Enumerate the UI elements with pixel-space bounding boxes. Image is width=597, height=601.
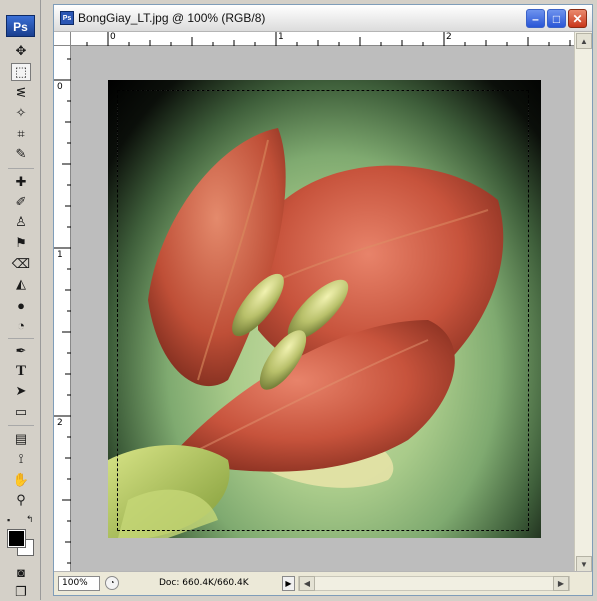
default-colors-icon[interactable]: ▪ xyxy=(7,515,10,525)
path-selection-tool-icon[interactable]: ➤ xyxy=(11,382,31,400)
screen-mode-icon[interactable]: ❐ xyxy=(11,583,31,601)
close-icon: ✕ xyxy=(572,11,583,26)
blur-tool-icon[interactable]: ● xyxy=(11,296,31,314)
tools-palette: Ps ✥ ⬚ ᓬ ✧ ⌗ ✎ ✚ ✐ ♙ ⚑ ⌫ ◭ ● ◔ ✒ T ➤ ▭ ▤… xyxy=(0,0,41,600)
tool-separator xyxy=(8,425,34,426)
status-info-icon[interactable]: ◔ xyxy=(105,576,119,590)
vertical-scrollbar[interactable]: ▲ ▼ xyxy=(574,32,592,573)
foreground-color-swatch[interactable] xyxy=(7,529,26,548)
rectangular-marquee-tool-icon[interactable]: ⬚ xyxy=(11,63,31,81)
history-brush-tool-icon[interactable]: ⚑ xyxy=(11,234,31,252)
selection-marquee[interactable] xyxy=(117,90,529,531)
zoom-level-field[interactable]: 100% xyxy=(58,576,100,591)
ruler-label: 1 xyxy=(57,250,63,260)
document-size-info: Doc: 660.4K/660.4K xyxy=(159,578,249,588)
document-title: BongGiay_LT.jpg @ 100% (RGB/8) xyxy=(78,11,266,25)
tool-separator xyxy=(8,168,34,169)
pen-tool-icon[interactable]: ✒ xyxy=(11,342,31,360)
dodge-tool-icon[interactable]: ◔ xyxy=(11,316,31,334)
ruler-label: 0 xyxy=(110,32,116,42)
ruler-label: 0 xyxy=(57,82,63,92)
slice-tool-icon[interactable]: ✎ xyxy=(11,145,31,163)
tool-separator xyxy=(8,338,34,339)
ps-document-icon: Ps xyxy=(60,11,74,25)
swap-colors-icon[interactable]: ↰ xyxy=(26,514,34,525)
crop-tool-icon[interactable]: ⌗ xyxy=(11,125,31,143)
close-button[interactable]: ✕ xyxy=(568,9,587,28)
scroll-up-icon[interactable]: ▲ xyxy=(576,33,592,49)
maximize-button[interactable]: □ xyxy=(547,9,566,28)
lasso-tool-icon[interactable]: ᓬ xyxy=(11,84,31,102)
magic-wand-tool-icon[interactable]: ✧ xyxy=(11,104,31,122)
eraser-tool-icon[interactable]: ⌫ xyxy=(11,255,31,273)
type-tool-icon[interactable]: T xyxy=(11,362,31,380)
rectangle-tool-icon[interactable]: ▭ xyxy=(11,403,31,421)
notes-tool-icon[interactable]: ▤ xyxy=(11,430,31,448)
maximize-icon: □ xyxy=(552,11,561,26)
paint-bucket-tool-icon[interactable]: ◭ xyxy=(11,275,31,293)
status-bar: 100% ◔ Doc: 660.4K/660.4K ▶ ◀ ▶ xyxy=(54,571,592,595)
quick-mask-mode-icon[interactable]: ◙ xyxy=(11,563,31,581)
healing-brush-tool-icon[interactable]: ✚ xyxy=(11,173,31,191)
photoshop-logo[interactable]: Ps xyxy=(6,15,35,37)
ruler-label: 2 xyxy=(446,32,452,42)
scroll-left-icon[interactable]: ◀ xyxy=(299,576,315,591)
ruler-label: 2 xyxy=(57,418,63,428)
scroll-right-icon[interactable]: ▶ xyxy=(553,576,569,591)
brush-tool-icon[interactable]: ✐ xyxy=(11,193,31,211)
scroll-down-icon[interactable]: ▼ xyxy=(576,556,592,572)
ruler-ticks xyxy=(54,58,71,564)
document-titlebar[interactable]: Ps BongGiay_LT.jpg @ 100% (RGB/8) – □ ✕ xyxy=(54,5,592,32)
document-window: Ps BongGiay_LT.jpg @ 100% (RGB/8) – □ ✕ … xyxy=(53,4,593,596)
minimize-icon: – xyxy=(532,11,539,26)
canvas-area[interactable] xyxy=(71,46,574,573)
minimize-button[interactable]: – xyxy=(526,9,545,28)
ruler-label: 1 xyxy=(278,32,284,42)
eyedropper-tool-icon[interactable]: ⟟ xyxy=(11,450,31,468)
zoom-tool-icon[interactable]: ⚲ xyxy=(11,491,31,509)
horizontal-scrollbar[interactable]: ◀ ▶ xyxy=(298,576,570,591)
ruler-ticks xyxy=(86,32,571,46)
hand-tool-icon[interactable]: ✋ xyxy=(11,471,31,489)
status-menu-arrow-icon[interactable]: ▶ xyxy=(282,576,295,591)
move-tool-icon[interactable]: ✥ xyxy=(11,42,31,60)
vertical-ruler[interactable]: 0 1 2 xyxy=(54,46,71,573)
ruler-origin[interactable] xyxy=(54,32,71,46)
clone-stamp-tool-icon[interactable]: ♙ xyxy=(11,213,31,231)
horizontal-ruler[interactable]: 0 1 2 xyxy=(71,32,574,46)
